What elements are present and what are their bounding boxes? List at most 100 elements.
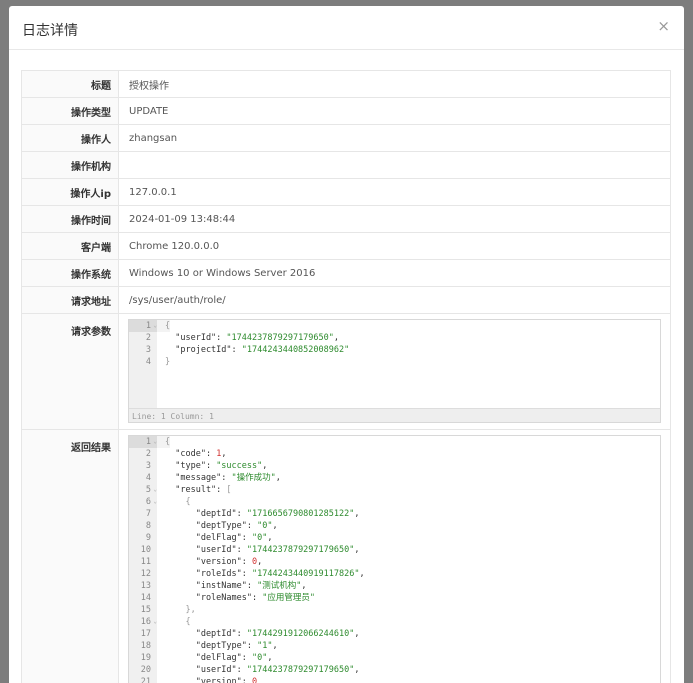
line-number: 17: [129, 628, 157, 640]
code-token: "delFlag":: [165, 653, 252, 663]
code-token: "userId":: [165, 545, 247, 555]
field-value: Chrome 120.0.0.0: [118, 232, 671, 260]
code-line[interactable]: 6 ⌄ {: [129, 496, 660, 508]
line-number-text: 4: [145, 357, 151, 367]
detail-row: 操作人 zhangsan: [21, 124, 671, 152]
code-line[interactable]: 12 "roleIds": "1744243440919117826",: [129, 568, 660, 580]
line-number-text: 3: [145, 461, 151, 471]
code-line[interactable]: 17 "deptId": "1744291912066244610",: [129, 628, 660, 640]
detail-row-response: 返回结果 1 ⌄{2 "code": 1, 3 "type": "success",…: [21, 429, 671, 683]
fold-toggle-icon[interactable]: ⌄: [153, 496, 157, 508]
line-number: 11: [129, 556, 157, 568]
detail-row: 操作时间 2024-01-09 13:48:44: [21, 205, 671, 233]
code-text: "message": "操作成功",: [157, 472, 281, 484]
code-token: "1744291912066244610": [246, 629, 355, 639]
code-text: "delFlag": "0",: [157, 532, 273, 544]
field-label: 标题: [21, 70, 119, 98]
fold-toggle-icon[interactable]: ⌄: [153, 616, 157, 628]
line-number: 13: [129, 580, 157, 592]
code-line[interactable]: 8 "deptType": "0",: [129, 520, 660, 532]
code-line[interactable]: 18 "deptType": "1",: [129, 640, 660, 652]
code-line[interactable]: 20 "userId": "1744237879297179650",: [129, 664, 660, 676]
field-label: 操作系统: [21, 259, 119, 287]
editor-code-area[interactable]: 1 ⌄{2 "code": 1, 3 "type": "success", 4 "me…: [129, 436, 660, 683]
code-text: "type": "success",: [157, 460, 267, 472]
code-token: "1716656790801285122": [246, 509, 355, 519]
code-text: "roleIds": "1744243440919117826",: [157, 568, 365, 580]
code-text: "roleNames": "应用管理员": [157, 592, 315, 604]
line-number: 7: [129, 508, 157, 520]
code-line[interactable]: 1 ⌄ {: [129, 320, 660, 332]
line-number-text: 9: [145, 533, 151, 543]
editor-code-area[interactable]: 1 ⌄{2 "userId": "1744237879297179650", 3 "…: [129, 320, 660, 408]
code-text: "version": 0: [157, 676, 257, 683]
code-text: "userId": "1744237879297179650",: [157, 332, 339, 344]
field-label: 操作时间: [21, 205, 119, 233]
code-text: {: [157, 616, 191, 628]
code-line[interactable]: 3 "projectId": "1744243440852008962": [129, 344, 660, 356]
fold-toggle-icon[interactable]: ⌄: [153, 484, 157, 496]
code-line[interactable]: 4 "message": "操作成功",: [129, 472, 660, 484]
line-number: 12: [129, 568, 157, 580]
dialog-title: 日志详情: [22, 23, 78, 39]
code-token: "success": [216, 461, 263, 471]
code-line[interactable]: 2 "userId": "1744237879297179650",: [129, 332, 660, 344]
line-number-text: 6: [145, 497, 151, 507]
field-value: 1 ⌄{2 "code": 1, 3 "type": "success", 4 "me…: [118, 429, 671, 683]
fold-toggle-icon[interactable]: ⌄: [153, 320, 157, 332]
code-token: "应用管理员": [262, 593, 315, 603]
code-token: ,: [354, 545, 360, 555]
code-token: "type":: [165, 461, 217, 471]
code-token: "version":: [165, 677, 252, 683]
code-line[interactable]: 19 "delFlag": "0",: [129, 652, 660, 664]
response-editor[interactable]: 1 ⌄{2 "code": 1, 3 "type": "success", 4 "me…: [128, 435, 661, 683]
fold-toggle-icon[interactable]: ⌄: [153, 436, 157, 448]
line-number: 1 ⌄: [129, 436, 157, 448]
field-label: 操作人: [21, 124, 119, 152]
code-text: "result": [: [157, 484, 231, 496]
detail-table: 标题 授权操作 操作类型 UPDATE 操作人 zhangsan 操作机构 操作人ip 127.…: [21, 70, 671, 683]
code-text: "userId": "1744237879297179650",: [157, 544, 360, 556]
line-number: 18: [129, 640, 157, 652]
dialog-body: 标题 授权操作 操作类型 UPDATE 操作人 zhangsan 操作机构 操作人ip 127.…: [21, 70, 671, 683]
detail-row: 客户端 Chrome 120.0.0.0: [21, 232, 671, 260]
code-token: "1744237879297179650": [246, 545, 355, 555]
line-number-text: 1: [145, 437, 151, 447]
code-line[interactable]: 3 "type": "success",: [129, 460, 660, 472]
code-token: {: [165, 617, 191, 627]
field-value: 授权操作: [118, 70, 671, 98]
code-text: {: [157, 436, 171, 448]
detail-row: 操作类型 UPDATE: [21, 97, 671, 125]
code-line[interactable]: 21 "version": 0: [129, 676, 660, 683]
code-line[interactable]: 13 "instName": "测试机构",: [129, 580, 660, 592]
line-number-text: 2: [145, 449, 151, 459]
code-line[interactable]: 15 },: [129, 604, 660, 616]
field-label: 请求参数: [21, 313, 119, 430]
field-value: UPDATE: [118, 97, 671, 125]
code-line[interactable]: 2 "code": 1,: [129, 448, 660, 460]
code-line[interactable]: 10 "userId": "1744237879297179650",: [129, 544, 660, 556]
code-line[interactable]: 5 ⌄ "result": [: [129, 484, 660, 496]
line-number: 21: [129, 676, 157, 683]
code-token: "delFlag":: [165, 533, 252, 543]
code-token: ,: [272, 641, 278, 651]
code-token: ,: [272, 521, 278, 531]
code-text: "version": 0,: [157, 556, 263, 568]
code-line[interactable]: 14 "roleNames": "应用管理员": [129, 592, 660, 604]
code-token: "1": [257, 641, 273, 651]
close-icon[interactable]: ×: [657, 17, 670, 35]
editor-statusbar: Line: 1 Column: 1: [129, 408, 660, 422]
request-params-editor[interactable]: 1 ⌄{2 "userId": "1744237879297179650", 3 "…: [128, 319, 661, 423]
code-line[interactable]: 1 ⌄ {: [129, 436, 660, 448]
code-token: {: [165, 497, 191, 507]
code-token: },: [165, 605, 196, 615]
code-line[interactable]: 11 "version": 0,: [129, 556, 660, 568]
code-token: "操作成功": [231, 473, 276, 483]
code-line[interactable]: 16 ⌄ {: [129, 616, 660, 628]
code-line[interactable]: 4}: [129, 356, 660, 368]
code-token: "0": [252, 653, 268, 663]
code-line[interactable]: 9 "delFlag": "0",: [129, 532, 660, 544]
line-number-text: 8: [145, 521, 151, 531]
code-token: "roleNames":: [165, 593, 263, 603]
code-line[interactable]: 7 "deptId": "1716656790801285122",: [129, 508, 660, 520]
